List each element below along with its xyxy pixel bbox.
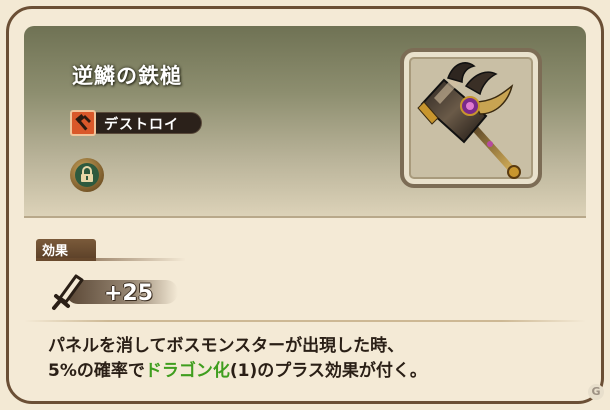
effect-description-line-2-suffix: (1)のプラス効果が付く。 [229, 361, 427, 381]
effect-description-line-2-prefix: 5%の確率で [48, 361, 145, 381]
hammer-weapon-image [417, 62, 521, 179]
header-divider [24, 216, 586, 218]
sword-icon [52, 274, 84, 310]
effect-description-line-1: パネルを消してボスモンスターが出現した時、 [48, 336, 405, 356]
effect-keyword-dragonize: ドラゴン化 [144, 361, 230, 381]
attack-stat: +25 [50, 272, 180, 312]
weapon-name: 逆鱗の鉄槌 [72, 64, 182, 88]
weapon-type-badge: デストロイ [70, 110, 202, 136]
effect-description-line-2: 5%の確率でドラゴン化(1)のプラス効果が付く。 [48, 359, 568, 384]
effect-section-tab: 効果 [36, 239, 186, 261]
effect-description: パネルを消してボスモンスターが出現した時、 5%の確率でドラゴン化(1)のプラス… [48, 334, 568, 384]
lock-icon [75, 163, 99, 187]
weapon-image-frame [400, 48, 542, 188]
weapon-detail-card: 逆鱗の鉄槌 デストロイ 効果 +25 パネルを消してボスモンスターが出現した時、… [0, 0, 610, 410]
watermark-logo: G [588, 384, 604, 400]
attack-stat-value: +25 [104, 281, 154, 306]
effect-tab-label: 効果 [42, 244, 69, 259]
description-divider [24, 320, 586, 322]
lock-button[interactable] [70, 158, 104, 192]
hammer-icon [70, 110, 96, 136]
weapon-type-label: デストロイ [104, 117, 179, 133]
